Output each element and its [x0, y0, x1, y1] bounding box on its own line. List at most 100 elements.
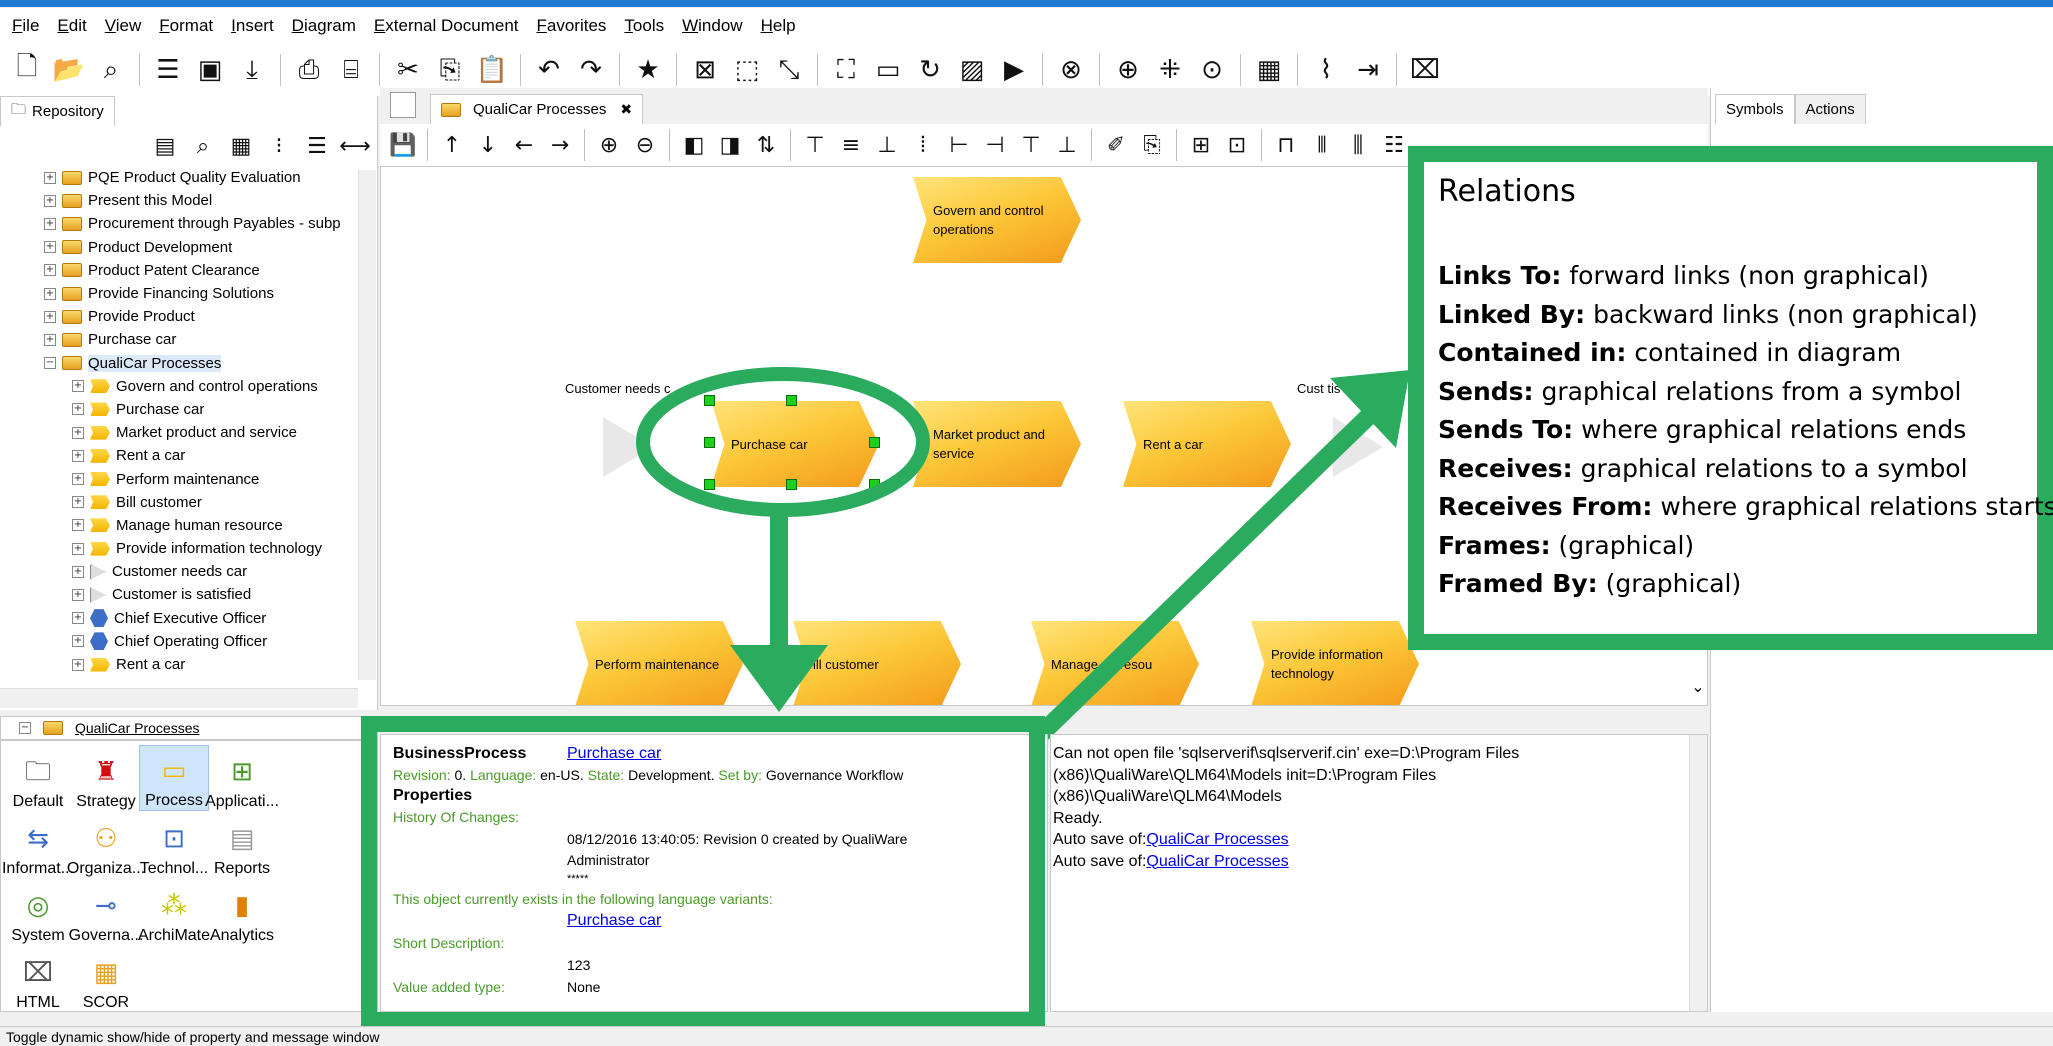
event-customer-is-satisfied[interactable] [1333, 417, 1383, 477]
expand-icon[interactable]: + [72, 565, 84, 578]
expand-icon[interactable]: + [72, 542, 84, 555]
menu-view[interactable]: View [105, 16, 142, 36]
sort-icon[interactable]: ⇅ [751, 128, 781, 162]
selection-handle[interactable] [786, 395, 797, 406]
tree-item[interactable]: + Purchase car [0, 398, 360, 421]
process-perform-maintenance[interactable]: Perform maintenance [575, 621, 743, 705]
palette-html[interactable]: ⌧ HTML [3, 946, 73, 1012]
tree-item[interactable]: + Customer needs car [0, 560, 360, 583]
expand-icon[interactable]: + [72, 473, 84, 486]
selection-handle[interactable] [704, 437, 715, 448]
palette-reports[interactable]: ▤ Reports [207, 812, 277, 878]
expand-icon[interactable]: + [44, 241, 56, 254]
menu-external-document[interactable]: External Document [374, 16, 519, 36]
menu-diagram[interactable]: Diagram [292, 16, 356, 36]
distribute-icon[interactable]: ⦙ [908, 128, 938, 162]
palette-strategy[interactable]: ♜ Strategy [71, 745, 141, 811]
new-icon[interactable]: 🗋 [10, 52, 44, 87]
send-back-icon[interactable]: ◨ [715, 128, 745, 162]
align-top-icon[interactable]: ⊤ [800, 128, 830, 162]
basket-icon[interactable]: ⊠ [688, 53, 722, 87]
expand-icon[interactable]: + [44, 264, 56, 277]
align-left-icon[interactable]: ⊢ [944, 128, 974, 162]
expand-icon[interactable]: + [72, 635, 84, 648]
layout-tree-icon[interactable]: ⊞ [1186, 128, 1216, 162]
bring-front-icon[interactable]: ◧ [679, 128, 709, 162]
expand-icon[interactable]: + [44, 310, 56, 323]
selection-handle[interactable] [704, 395, 715, 406]
selection-handle[interactable] [786, 479, 797, 490]
arrow-right-icon[interactable]: → [545, 128, 575, 162]
bars-icon[interactable]: ⫼ [1343, 128, 1373, 162]
autosave-link[interactable]: QualiCar Processes [1146, 831, 1288, 848]
print-icon[interactable]: ⎙ [292, 53, 326, 87]
canvas-scroll-down-icon[interactable]: ⌄ [1689, 677, 1707, 705]
filter-icon[interactable]: ⁝ [265, 129, 293, 163]
find-icon[interactable]: ⌕ [94, 53, 128, 87]
selection-handle[interactable] [869, 437, 880, 448]
copy-format-icon[interactable]: ⎘ [1137, 128, 1167, 162]
cut-icon[interactable]: ✂ [391, 53, 425, 87]
expand-icon[interactable]: + [72, 449, 84, 462]
expand-icon[interactable]: + [72, 588, 84, 601]
tree-item[interactable]: + Rent a car [0, 444, 360, 467]
selection-handle[interactable] [869, 479, 880, 490]
align-bottom-icon[interactable]: ⊥ [872, 128, 902, 162]
tree-vertical-scrollbar[interactable] [358, 170, 376, 680]
expand-icon[interactable]: + [72, 496, 84, 509]
palette-organization[interactable]: ⚇ Organiza... [67, 812, 145, 878]
org-chart-icon[interactable]: ⊓ [1271, 128, 1301, 162]
process-govern-and-control-operations[interactable]: Govern and control operations [913, 177, 1081, 263]
tree-item[interactable]: + Product Development [0, 236, 360, 259]
tree-item[interactable]: + Bill customer [0, 491, 360, 514]
tree-item[interactable]: + Present this Model [0, 189, 360, 212]
palette-analytics[interactable]: ▮ Analytics [207, 879, 277, 945]
close-icon[interactable]: ✖ [620, 101, 632, 118]
expand-icon[interactable]: + [72, 519, 84, 532]
menu-format[interactable]: Format [159, 16, 213, 36]
print-preview-icon[interactable]: ⌸ [334, 53, 368, 87]
format-painter-icon[interactable]: ✐ [1101, 128, 1131, 162]
fit-icon[interactable]: ⤡ [772, 53, 806, 87]
info-icon[interactable]: ▦ [227, 129, 255, 163]
palette-technology[interactable]: ⊡ Technol... [139, 812, 209, 878]
expand-icon[interactable]: + [72, 403, 84, 416]
menu-tools[interactable]: Tools [624, 16, 664, 36]
menu-insert[interactable]: Insert [231, 16, 274, 36]
open-folder-icon[interactable]: 📂 [52, 53, 86, 87]
play-icon[interactable]: ▶ [997, 53, 1031, 87]
tree-horizontal-scrollbar[interactable] [0, 688, 358, 708]
tree-item[interactable]: + Govern and control operations [0, 375, 360, 398]
tree-item[interactable]: + Provide information technology [0, 537, 360, 560]
palette-application[interactable]: ⊞ Applicati... [205, 745, 279, 811]
process-bill-customer[interactable]: ill customer [793, 621, 961, 705]
copy-icon[interactable]: ⎘ [433, 53, 467, 87]
process-manage-human-resource[interactable]: Manage an resou [1031, 621, 1199, 705]
process-rent-a-car[interactable]: Rent a car [1123, 401, 1291, 487]
expand-icon[interactable]: + [44, 171, 56, 184]
zoom-cross-icon[interactable]: ⊕ [1111, 53, 1145, 87]
arrow-up-icon[interactable]: ↑ [437, 128, 467, 162]
paste-icon[interactable]: 📋 [475, 53, 509, 87]
expand-icon[interactable]: ⁜ [1153, 53, 1187, 87]
tree-item[interactable]: + Provide Product [0, 305, 360, 328]
list-view-icon[interactable]: ☰ [303, 129, 331, 163]
rectangle-icon[interactable]: ▭ [871, 53, 905, 87]
image-icon[interactable]: ▨ [955, 53, 989, 87]
tree-item[interactable]: + Purchase car [0, 328, 360, 351]
zoom-out-icon[interactable]: ⊖ [630, 128, 660, 162]
properties-icon[interactable]: ▤ [151, 129, 179, 163]
tab-actions[interactable]: Actions [1794, 94, 1866, 124]
lock-icon[interactable]: ⊙ [1195, 53, 1229, 87]
zoom-in-icon[interactable]: ⊕ [594, 128, 624, 162]
process-purchase-car[interactable]: Purchase car [711, 401, 879, 487]
expand-icon[interactable]: + [72, 612, 84, 625]
menu-help[interactable]: Help [761, 16, 796, 36]
palette-system[interactable]: ◎ System [3, 879, 73, 945]
expand-icon[interactable]: + [44, 217, 56, 230]
tree-item[interactable]: + PQE Product Quality Evaluation [0, 166, 360, 189]
tree-item[interactable]: − QualiCar Processes [0, 352, 360, 375]
tree-item[interactable]: + Product Patent Clearance [0, 259, 360, 282]
refresh-icon[interactable]: ↻ [913, 53, 947, 87]
favorite-star-icon[interactable]: ★ [631, 53, 665, 87]
